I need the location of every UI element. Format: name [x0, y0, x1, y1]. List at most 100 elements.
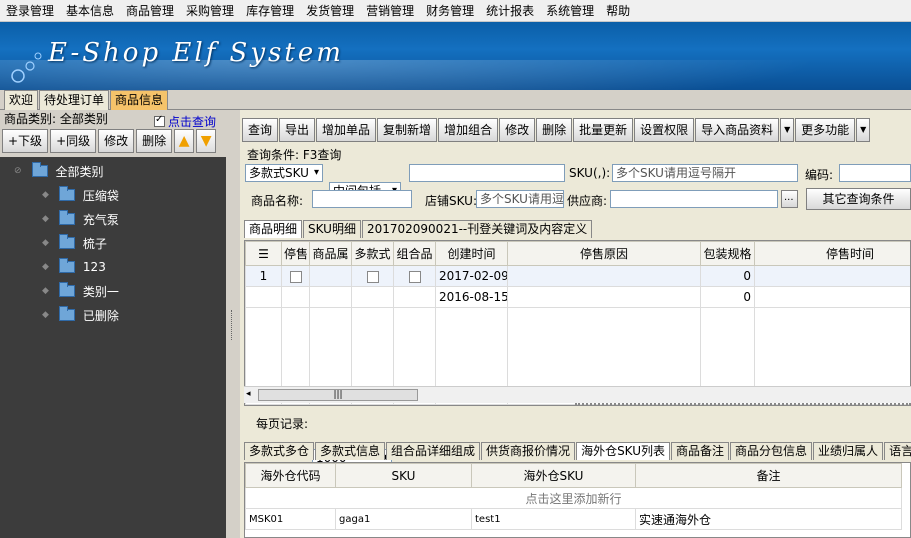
column-header[interactable]: SKU	[335, 463, 472, 488]
menu-item-inventory[interactable]: 库存管理	[240, 0, 300, 22]
table-row[interactable]: 2016-08-15 0	[245, 286, 910, 308]
menu-item-login[interactable]: 登录管理	[0, 0, 60, 22]
query-button[interactable]: 查询	[242, 118, 279, 142]
tab-multi-style-warehouse[interactable]: 多款式多仓	[244, 442, 315, 460]
tree-node[interactable]: ◆ 梳子	[42, 233, 107, 253]
tab-welcome[interactable]: 欢迎	[4, 90, 39, 110]
menu-item-help[interactable]: 帮助	[600, 0, 636, 22]
add-row-hint[interactable]: 点击这里添加新行	[245, 487, 902, 509]
other-conditions-button[interactable]: 其它查询条件	[806, 188, 911, 210]
add-child-button[interactable]: +下级	[2, 129, 49, 153]
scroll-thumb[interactable]: |||	[258, 389, 418, 401]
sku-input[interactable]: 多个SKU请用逗号隔开	[612, 164, 798, 182]
tree-node[interactable]: ◆ 已删除	[42, 305, 119, 325]
more-button[interactable]: 更多功能	[795, 118, 856, 142]
column-header[interactable]: 停售原因	[507, 241, 701, 266]
menu-item-basic-info[interactable]: 基本信息	[60, 0, 120, 22]
table-row[interactable]: MSK01 gaga1 test1 实速通海外仓	[245, 508, 902, 530]
column-header[interactable]: 包装规格	[700, 241, 755, 266]
export-button[interactable]: 导出	[279, 118, 316, 142]
scroll-left-icon[interactable]: ◂	[246, 389, 251, 399]
menu-item-marketing[interactable]: 营销管理	[360, 0, 420, 22]
name-input[interactable]	[312, 190, 412, 208]
supplier-browse-button[interactable]: ...	[781, 190, 798, 208]
tree-node[interactable]: ◆ 充气泵	[42, 209, 119, 229]
splitter-grip-icon[interactable]	[231, 310, 234, 340]
keyword-input[interactable]	[409, 164, 565, 182]
tree-node[interactable]: ◆ 123	[42, 257, 106, 277]
multi-style-checkbox[interactable]	[351, 265, 394, 287]
click-query-checkbox[interactable]: 点击查询	[154, 113, 216, 130]
tab-combo-detail[interactable]: 组合品详细组成	[386, 442, 481, 460]
section-divider[interactable]	[575, 403, 911, 411]
menu-item-reports[interactable]: 统计报表	[480, 0, 540, 22]
menu-item-finance[interactable]: 财务管理	[420, 0, 480, 22]
copy-add-button[interactable]: 复制新增	[377, 118, 438, 142]
collapse-icon[interactable]: ⊘	[14, 166, 22, 176]
import-dropdown-icon[interactable]: ▼	[780, 118, 795, 142]
supplier-input[interactable]	[610, 190, 778, 208]
row-selector-header-icon[interactable]: ☰	[245, 241, 282, 266]
more-dropdown-icon[interactable]: ▼	[856, 118, 871, 142]
tab-product-detail[interactable]: 商品明细	[244, 220, 303, 238]
table-row[interactable]: 1 2017-02-09 0	[245, 265, 910, 287]
tab-performance-owner[interactable]: 业绩归属人	[813, 442, 884, 460]
add-sibling-button[interactable]: +同级	[50, 129, 97, 153]
tab-sku-detail[interactable]: SKU明细	[303, 220, 361, 238]
overseas-sku-grid: 海外仓代码 SKU 海外仓SKU 备注 点击这里添加新行 MSK01 gaga1…	[244, 462, 911, 538]
tab-keyword-definition[interactable]: 201702090021--刊登关键词及内容定义	[361, 220, 593, 238]
column-header[interactable]: 商品属	[309, 241, 352, 266]
tree-node-root[interactable]: ⊘ 全部类别	[14, 161, 104, 181]
move-down-icon[interactable]: ▼	[196, 129, 217, 153]
tab-overseas-sku[interactable]: 海外仓SKU列表	[576, 442, 671, 460]
tab-language[interactable]: 语言	[884, 442, 911, 460]
edit-category-button[interactable]: 修改	[98, 129, 135, 153]
tab-supplier-quotes[interactable]: 供货商报价情况	[481, 442, 576, 460]
tab-product-notes[interactable]: 商品备注	[671, 442, 730, 460]
row-number	[245, 286, 282, 308]
category-toolbar: +下级 +同级 修改 删除 ▲ ▼	[2, 129, 224, 155]
panel-splitter[interactable]	[226, 110, 240, 538]
node-dot-icon: ◆	[42, 310, 49, 320]
delete-category-button[interactable]: 删除	[136, 129, 173, 153]
batch-update-button[interactable]: 批量更新	[573, 118, 634, 142]
import-button[interactable]: 导入商品资料	[695, 118, 780, 142]
column-header[interactable]: 创建时间	[435, 241, 508, 266]
column-header[interactable]: 停售	[281, 241, 310, 266]
add-combo-button[interactable]: 增加组合	[438, 118, 499, 142]
code-input[interactable]	[839, 164, 911, 182]
column-header[interactable]: 多款式	[351, 241, 394, 266]
created-cell: 2017-02-09	[435, 265, 508, 287]
column-header[interactable]: 组合品	[393, 241, 436, 266]
checkbox-checked-icon[interactable]	[154, 114, 165, 127]
permissions-button[interactable]: 设置权限	[634, 118, 695, 142]
tree-node-label: 压缩袋	[82, 188, 119, 203]
tab-product-info[interactable]: 商品信息	[110, 90, 169, 110]
pack-cell: 0	[700, 286, 755, 308]
menu-item-purchase[interactable]: 采购管理	[180, 0, 240, 22]
column-header[interactable]: 海外仓代码	[245, 463, 336, 488]
combo-checkbox[interactable]	[393, 265, 436, 287]
menu-bar: 登录管理 基本信息 商品管理 采购管理 库存管理 发货管理 营销管理 财务管理 …	[0, 0, 911, 22]
horizontal-scrollbar[interactable]: ◂ |||	[244, 386, 911, 403]
tab-pending-orders[interactable]: 待处理订单	[39, 90, 110, 110]
menu-item-shipping[interactable]: 发货管理	[300, 0, 360, 22]
menu-item-system[interactable]: 系统管理	[540, 0, 600, 22]
tree-node[interactable]: ◆ 类别一	[42, 281, 119, 301]
move-up-icon[interactable]: ▲	[174, 129, 195, 153]
add-row[interactable]: 点击这里添加新行	[245, 487, 902, 509]
stop-reason-cell	[507, 286, 701, 308]
delete-button[interactable]: 删除	[536, 118, 573, 142]
stop-sale-checkbox[interactable]	[281, 265, 310, 287]
sku-type-select[interactable]: 多款式SKU	[245, 164, 323, 182]
edit-button[interactable]: 修改	[499, 118, 536, 142]
menu-item-product[interactable]: 商品管理	[120, 0, 180, 22]
tab-package-info[interactable]: 商品分包信息	[730, 442, 813, 460]
column-header[interactable]: 海外仓SKU	[471, 463, 636, 488]
tree-node[interactable]: ◆ 压缩袋	[42, 185, 119, 205]
shop-sku-input[interactable]: 多个SKU请用逗号隔开	[476, 190, 564, 208]
column-header[interactable]: 备注	[635, 463, 902, 488]
column-header[interactable]: 停售时间	[754, 241, 910, 266]
tab-multi-style-info[interactable]: 多款式信息	[315, 442, 386, 460]
add-single-button[interactable]: 增加单品	[316, 118, 377, 142]
